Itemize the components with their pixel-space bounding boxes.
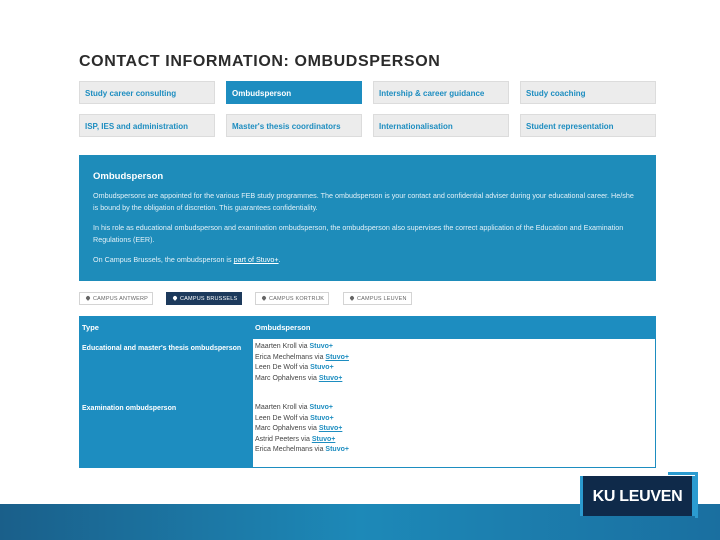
person-name: Marc Ophalvens via xyxy=(255,374,319,382)
location-pin-icon xyxy=(261,295,267,301)
type-cell-examination: Examination ombudsperson xyxy=(82,405,177,412)
type-cell-educational: Educational and master's thesis ombudspe… xyxy=(82,345,242,352)
ombudsperson-list-examination: Maarten Kroll via Stuvo+ Leen De Wolf vi… xyxy=(255,403,349,456)
campus-label: CAMPUS ANTWERP xyxy=(93,296,149,302)
campus-label: CAMPUS LEUVEN xyxy=(357,296,407,302)
list-item: Astrid Peeters via Stuvo+ xyxy=(255,435,349,446)
campus-brussels-button[interactable]: CAMPUS BRUSSELS xyxy=(166,292,243,305)
list-item: Marc Ophalvens via Stuvo+ xyxy=(255,424,349,435)
info-title: Ombudsperson xyxy=(93,171,164,182)
location-pin-icon xyxy=(349,295,355,301)
tab-study-career-consulting[interactable]: Study career consulting xyxy=(79,81,215,104)
table-header-type: Type xyxy=(82,323,99,332)
info-panel: Ombudsperson Ombudspersons are appointed… xyxy=(79,155,656,281)
info-paragraph-3: On Campus Brussels, the ombudsperson is … xyxy=(93,254,638,266)
list-item: Erica Mechelmans via Stuvo+ xyxy=(255,445,349,456)
info-paragraph-3-text: On Campus Brussels, the ombudsperson is xyxy=(93,255,234,264)
list-item: Erica Mechelmans via Stuvo+ xyxy=(255,353,349,364)
ombudsperson-list-educational: Maarten Kroll via Stuvo+ Erica Mechelman… xyxy=(255,342,349,384)
person-name: Maarten Kroll via xyxy=(255,343,310,350)
location-pin-icon xyxy=(85,295,91,301)
campus-label: CAMPUS KORTRIJK xyxy=(269,296,325,302)
stuvo-link[interactable]: part of Stuvo+ xyxy=(234,255,279,264)
tab-internationalisation[interactable]: Internationalisation xyxy=(373,114,509,137)
person-name: Erica Mechelmans via xyxy=(255,446,326,454)
table-header-ombudsperson: Ombudsperson xyxy=(255,323,311,332)
info-paragraph-2: In his role as educational ombudsperson … xyxy=(93,223,624,244)
campus-leuven-button[interactable]: CAMPUS LEUVEN xyxy=(343,292,412,305)
stuvo-link[interactable]: Stuvo+ xyxy=(319,375,343,382)
tab-masters-thesis-coordinators[interactable]: Master's thesis coordinators xyxy=(226,114,362,137)
stuvo-link[interactable]: Stuvo+ xyxy=(310,364,334,371)
person-name: Astrid Peeters via xyxy=(255,435,312,443)
stuvo-link[interactable]: Stuvo+ xyxy=(309,343,333,350)
campus-antwerp-button[interactable]: CAMPUS ANTWERP xyxy=(79,292,154,305)
stuvo-link[interactable]: Stuvo+ xyxy=(325,354,349,361)
stuvo-link[interactable]: Stuvo+ xyxy=(312,436,336,443)
list-item: Maarten Kroll via Stuvo+ xyxy=(255,342,349,353)
type-column: Educational and master's thesis ombudspe… xyxy=(80,339,253,467)
ku-leuven-logo: KU LEUVEN xyxy=(580,476,695,516)
campus-label: CAMPUS BRUSSELS xyxy=(180,296,238,302)
list-item: Maarten Kroll via Stuvo+ xyxy=(255,403,349,414)
person-name: Leen De Wolf via xyxy=(255,364,311,372)
stuvo-link[interactable]: Stuvo+ xyxy=(319,425,343,432)
list-item: Leen De Wolf via Stuvo+ xyxy=(255,363,349,374)
tab-ombudsperson[interactable]: Ombudsperson xyxy=(226,81,362,104)
location-pin-icon xyxy=(172,295,178,301)
tab-isp-ies-administration[interactable]: ISP, IES and administration xyxy=(79,114,215,137)
info-paragraph-3-end: . xyxy=(278,255,281,264)
person-name: Marc Ophalvens via xyxy=(255,425,319,433)
list-item: Leen De Wolf via Stuvo+ xyxy=(255,414,349,425)
stuvo-link[interactable]: Stuvo+ xyxy=(310,415,334,422)
person-name: Leen De Wolf via xyxy=(255,414,311,422)
list-item: Marc Ophalvens via Stuvo+ xyxy=(255,374,349,385)
tab-study-coaching[interactable]: Study coaching xyxy=(520,81,656,104)
info-paragraph-1: Ombudspersons are appointed for the vari… xyxy=(93,191,634,212)
ombudsperson-table: Type Ombudsperson Educational and master… xyxy=(79,316,656,468)
tab-student-representation[interactable]: Student representation xyxy=(520,114,656,137)
table-header-row: Type Ombudsperson xyxy=(80,317,655,339)
page-title: CONTACT INFORMATION: OMBUDSPERSON xyxy=(79,53,441,70)
person-name: Erica Mechelmans via xyxy=(255,353,326,361)
person-name: Maarten Kroll via xyxy=(255,404,310,411)
stuvo-link[interactable]: Stuvo+ xyxy=(325,446,349,453)
stuvo-link[interactable]: Stuvo+ xyxy=(309,404,333,411)
campus-kortrijk-button[interactable]: CAMPUS KORTRIJK xyxy=(255,292,330,305)
tab-internship-career-guidance[interactable]: Intership & career guidance xyxy=(373,81,509,104)
